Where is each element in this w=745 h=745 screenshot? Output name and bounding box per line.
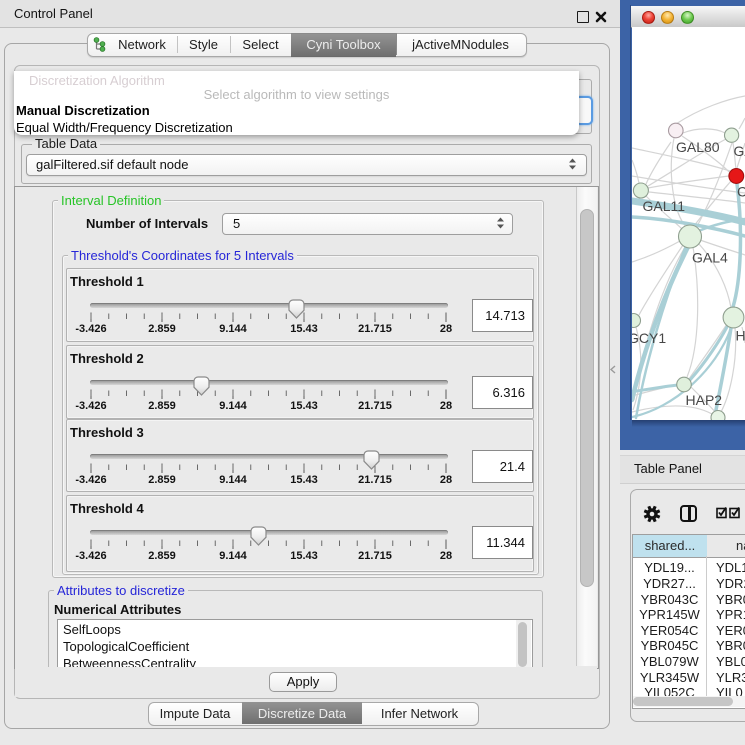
svg-text:H: H <box>736 328 745 344</box>
svg-text:C: C <box>737 184 745 200</box>
svg-text:HAP2: HAP2 <box>686 392 723 408</box>
svg-text:GA: GA <box>734 143 745 159</box>
svg-text:GCY1: GCY1 <box>632 330 666 346</box>
svg-text:GAL4: GAL4 <box>692 250 728 266</box>
svg-text:GAL80: GAL80 <box>676 139 720 155</box>
svg-text:GAL11: GAL11 <box>643 198 686 214</box>
